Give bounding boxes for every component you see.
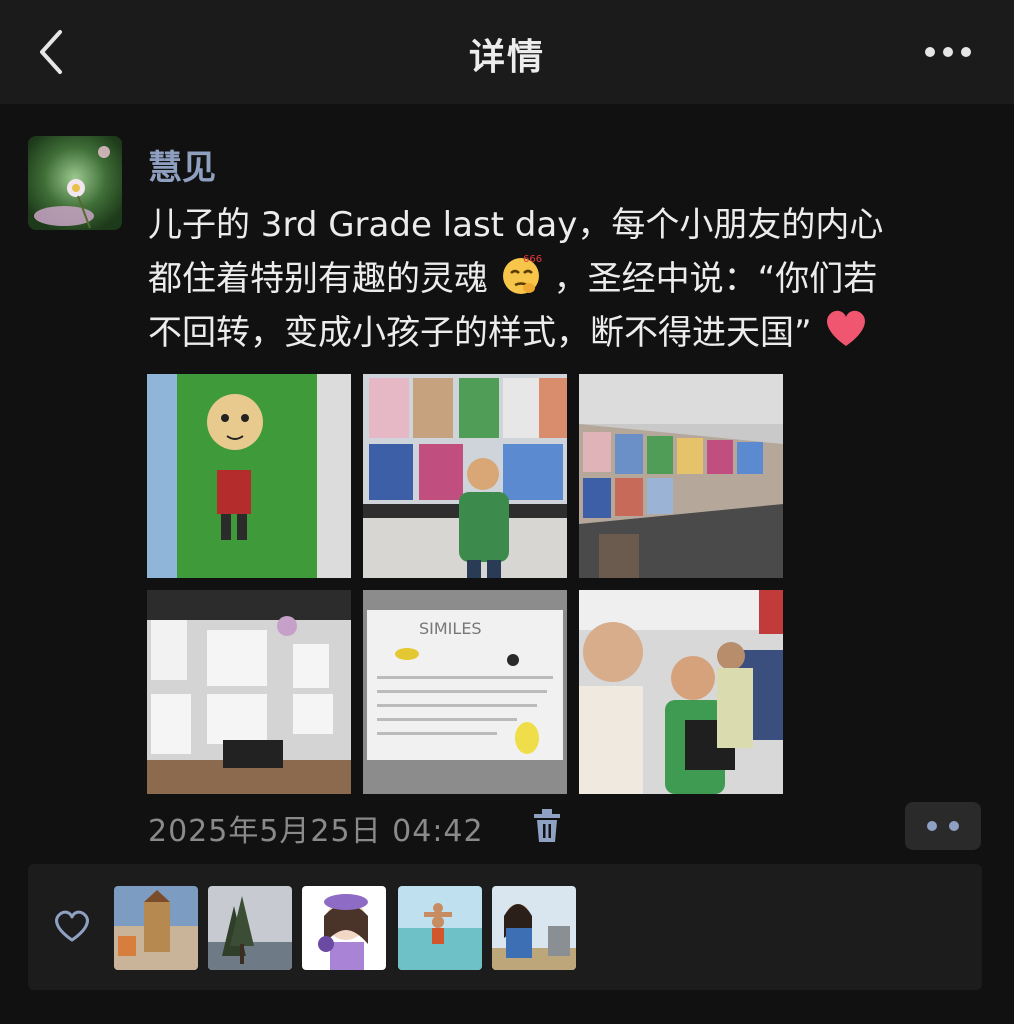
photo-thumbnail[interactable] [147,590,351,794]
svg-text:SIMILES: SIMILES [419,619,482,638]
liker-avatar[interactable] [302,886,386,970]
photo-thumbnail[interactable] [579,590,783,794]
post-text-line: 儿子的 3rd Grade last day，每个小朋友的内心 [148,205,884,245]
top-bar: 详情 [0,0,1014,104]
author-name[interactable]: 慧见 [148,140,216,189]
post-text: 儿子的 3rd Grade last day，每个小朋友的内心 都住着特别有趣的… [148,198,988,360]
thinking-face-emoji: 666 [502,254,542,294]
photo-thumbnail[interactable]: SIMILES [363,590,567,794]
photo-thumbnail[interactable] [363,374,567,578]
post-timestamp: 2025年5月25日 04:42 [148,814,484,849]
heart-outline-icon [55,910,89,942]
delete-button[interactable] [532,808,562,844]
two-dots-icon [927,821,937,831]
trash-icon [534,809,560,842]
post-text-segment-2: ，圣经中说：“你们若 [553,259,878,299]
likes-panel [28,864,982,990]
red-heart-emoji [827,310,866,346]
more-horizontal-icon [925,47,971,57]
author-avatar[interactable] [28,136,122,230]
post-text-line-2: 都住着特别有趣的灵魂 666 ，圣经中说：“你们若 [148,252,988,306]
liker-avatar[interactable] [208,886,292,970]
post-text-line-3: 不回转，变成小孩子的样式，断不得进天国” [148,306,988,360]
photo-thumbnail[interactable] [147,374,351,578]
comment-like-menu-button[interactable] [905,802,981,850]
liker-avatar[interactable] [492,886,576,970]
two-dots-icon-dot [949,821,959,831]
post-text-segment-3: 不回转，变成小孩子的样式，断不得进天国” [148,313,812,353]
liker-avatar[interactable] [114,886,198,970]
liker-avatar[interactable] [398,886,482,970]
photo-grid: SIMILES [147,374,783,794]
post-text-segment: 都住着特别有趣的灵魂 [148,259,488,299]
page-title: 详情 [468,37,545,78]
photo-thumbnail[interactable] [579,374,783,578]
svg-text:666: 666 [523,254,542,265]
more-button[interactable] [922,40,974,64]
